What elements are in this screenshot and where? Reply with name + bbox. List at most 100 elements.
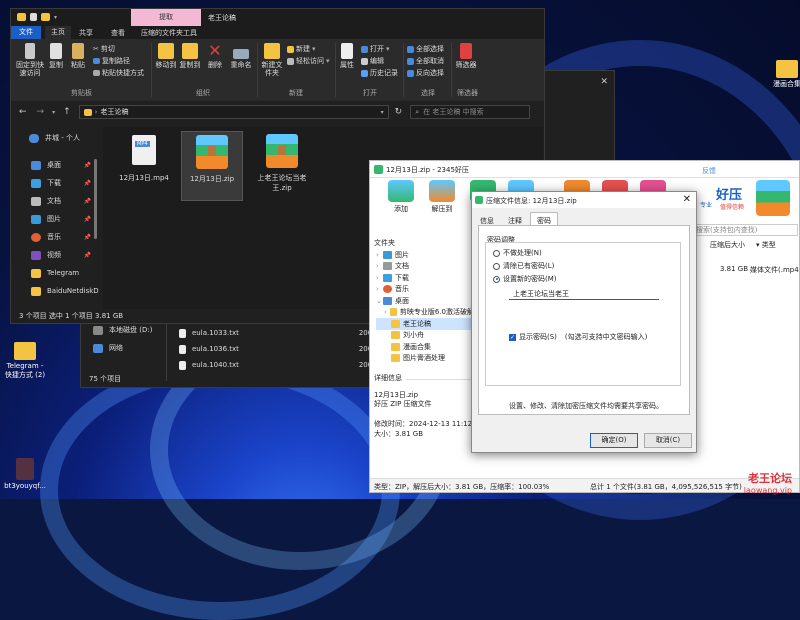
file-tile-mp4[interactable]: MP4 12月13日.mp4 — [113, 131, 175, 201]
tab-view[interactable]: 查看 — [111, 28, 125, 38]
search-input[interactable]: ⌕ 在 老王论稿 中搜索 — [410, 105, 531, 119]
column-header-size[interactable]: 压缩后大小 — [710, 240, 745, 250]
copy-to-button[interactable]: 复制到 — [179, 43, 201, 69]
delete-button[interactable]: ✕ 删除 — [205, 43, 225, 70]
chevron-down-icon[interactable]: ▾ — [52, 109, 55, 116]
desktop-icon — [383, 296, 392, 305]
sidebar-item-network[interactable]: 网络 — [81, 339, 166, 357]
tree-item-music[interactable]: › 音乐 — [376, 284, 474, 296]
filter-button[interactable]: 筛选器 — [455, 43, 477, 69]
file-row[interactable]: eula.1040.txt2007/ — [179, 357, 379, 373]
zip-archive-icon — [196, 135, 228, 169]
column-header-type[interactable]: ▾ 类型 — [756, 240, 776, 250]
radio-icon — [493, 249, 500, 257]
archive-info-dialog[interactable]: 压缩文件信息: 12月13日.zip ✕ 信息 注释 密码 密码调整 不做处理(… — [471, 191, 697, 453]
new-folder-button[interactable]: 新建文件夹 — [261, 43, 283, 77]
status-left: 类型：ZIP，解压后大小：3.81 GB，压缩率：100.03% — [374, 483, 550, 491]
cancel-button[interactable]: 取消(C) — [644, 433, 692, 448]
tab-home[interactable]: 主页 — [45, 26, 71, 39]
tree-item-folder[interactable]: 图片膏酒处理 — [376, 353, 474, 365]
properties-icon[interactable] — [30, 13, 37, 21]
picture-icon — [31, 214, 41, 224]
close-icon[interactable]: ✕ — [683, 194, 691, 205]
chevron-down-icon[interactable]: ▾ — [54, 14, 57, 21]
address-bar[interactable]: › 老王论稿 ▾ — [78, 105, 389, 119]
radio-set-password[interactable]: 设置新的密码(M) — [493, 274, 557, 284]
download-icon — [383, 273, 392, 282]
close-icon[interactable]: ✕ — [600, 77, 608, 87]
brand-mascot-icon — [756, 180, 790, 216]
details-header: 详细信息 — [374, 373, 406, 383]
paste-button[interactable]: 粘贴 — [69, 43, 87, 69]
paste-shortcut-button[interactable]: 粘贴快捷方式 — [93, 68, 144, 78]
tree-item-folder[interactable]: › 剪映专业版6.0激活破解 — [376, 307, 474, 319]
file-row[interactable]: eula.1033.txt2007/ — [179, 325, 379, 341]
tab-file[interactable]: 文件 — [11, 26, 41, 39]
properties-button[interactable]: 属性 — [337, 43, 357, 69]
new-folder-icon[interactable] — [41, 13, 50, 21]
ok-button[interactable]: 确定(O) — [590, 433, 638, 448]
sidebar-item-music[interactable]: 音乐 📌 — [11, 228, 99, 246]
text-file-icon — [179, 328, 186, 338]
select-all-button[interactable]: 全部选择 — [407, 44, 444, 54]
tab-share[interactable]: 共享 — [79, 28, 93, 38]
forward-arrow-icon[interactable]: → — [37, 107, 45, 117]
edit-icon — [361, 57, 368, 65]
context-tab-extract[interactable]: 提取 — [131, 9, 201, 26]
tree-item-desktop[interactable]: ⌄ 桌面 — [376, 295, 474, 307]
up-arrow-icon[interactable]: ↑ — [63, 107, 71, 117]
file-tile-zip[interactable]: 上老王论坛当老王.zip — [249, 131, 315, 201]
sidebar-scrollbar[interactable] — [94, 159, 97, 239]
search-input[interactable]: 搜索(支持包内查找) — [692, 224, 798, 236]
extract-to-button[interactable]: 解压到 — [422, 180, 462, 214]
open-button[interactable]: 打开 ▾ — [361, 44, 390, 54]
chevron-down-icon[interactable]: ▾ — [381, 109, 384, 116]
new-item-button[interactable]: 新建 ▾ — [287, 44, 316, 54]
file-tile-zip-selected[interactable]: 12月13日.zip — [181, 131, 243, 201]
window-title: 老王论稿 — [208, 14, 236, 22]
desktop-icon-telegram[interactable]: Telegram - 快捷方式 (2) — [2, 342, 48, 380]
refresh-icon[interactable]: ↻ — [395, 107, 403, 117]
select-none-button[interactable]: 全部取消 — [407, 56, 444, 66]
copy-button[interactable]: 复制 — [47, 43, 65, 69]
sidebar-item-telegram[interactable]: Telegram — [11, 264, 99, 282]
feedback-link[interactable]: 反馈 — [702, 166, 716, 176]
tab-compressed-tools[interactable]: 压缩的文件夹工具 — [141, 28, 197, 38]
pin-icon: 📌 — [83, 179, 91, 187]
rename-button[interactable]: 重命名 — [229, 43, 253, 69]
desktop-icon-manga[interactable]: 漫画合集 — [764, 60, 800, 89]
move-to-button[interactable]: 移动到 — [155, 43, 177, 69]
radio-no-change[interactable]: 不做处理(N) — [493, 248, 542, 258]
copy-path-button[interactable]: 复制路径 — [93, 56, 130, 66]
history-button[interactable]: 历史记录 — [361, 68, 398, 78]
tree-item-folder[interactable]: 漫画合集 — [376, 341, 474, 353]
edit-button[interactable]: 编辑 — [361, 56, 384, 66]
ribbon: 固定到快速访问 复制 粘贴 ✂ 剪切 复制路径 粘贴快捷方式 剪贴板 移动到 复制… — [11, 39, 544, 101]
easy-access-button[interactable]: 轻松访问 ▾ — [287, 56, 330, 66]
sidebar-item-documents[interactable]: 文档 📌 — [11, 192, 99, 210]
back-arrow-icon[interactable]: ← — [19, 107, 27, 117]
sidebar-item-downloads[interactable]: 下载 📌 — [11, 174, 99, 192]
pin-icon: 📌 — [83, 161, 91, 169]
cut-icon: ✂ — [93, 45, 99, 53]
sidebar-item-desktop[interactable]: 桌面 📌 — [11, 156, 99, 174]
show-password-checkbox[interactable]: ✓ 显示密码(S) (勾选可支持中文密码输入) — [509, 332, 647, 342]
radio-clear-password[interactable]: 清除已有密码(L) — [493, 261, 554, 271]
desktop-icon-bt[interactable]: bt3youyqf... — [2, 458, 48, 491]
status-bar: 75 个项目 — [89, 375, 122, 383]
tree-item-folder[interactable]: 刘小舟 — [376, 330, 474, 342]
tree-item-pictures[interactable]: › 图片 — [376, 249, 474, 261]
password-input[interactable]: 上老王论坛当老王 — [509, 288, 659, 300]
sidebar-item-onedrive[interactable]: 井城 - 个人 — [11, 129, 99, 147]
sidebar-item-baidu[interactable]: BaiduNetdiskD — [11, 282, 99, 300]
tree-item-downloads[interactable]: › 下载 — [376, 272, 474, 284]
sidebar-item-pictures[interactable]: 图片 📌 — [11, 210, 99, 228]
file-row[interactable]: eula.1036.txt2007/ — [179, 341, 379, 357]
invert-selection-button[interactable]: 反向选择 — [407, 68, 444, 78]
cut-button[interactable]: ✂ 剪切 — [93, 44, 115, 54]
tree-item-selected[interactable]: 老王论稿 — [376, 318, 474, 330]
add-button[interactable]: 添加 — [384, 180, 418, 214]
sidebar-item-videos[interactable]: 视频 📌 — [11, 246, 99, 264]
tree-item-documents[interactable]: › 文档 — [376, 261, 474, 273]
pin-quick-access-button[interactable]: 固定到快速访问 — [13, 43, 47, 77]
